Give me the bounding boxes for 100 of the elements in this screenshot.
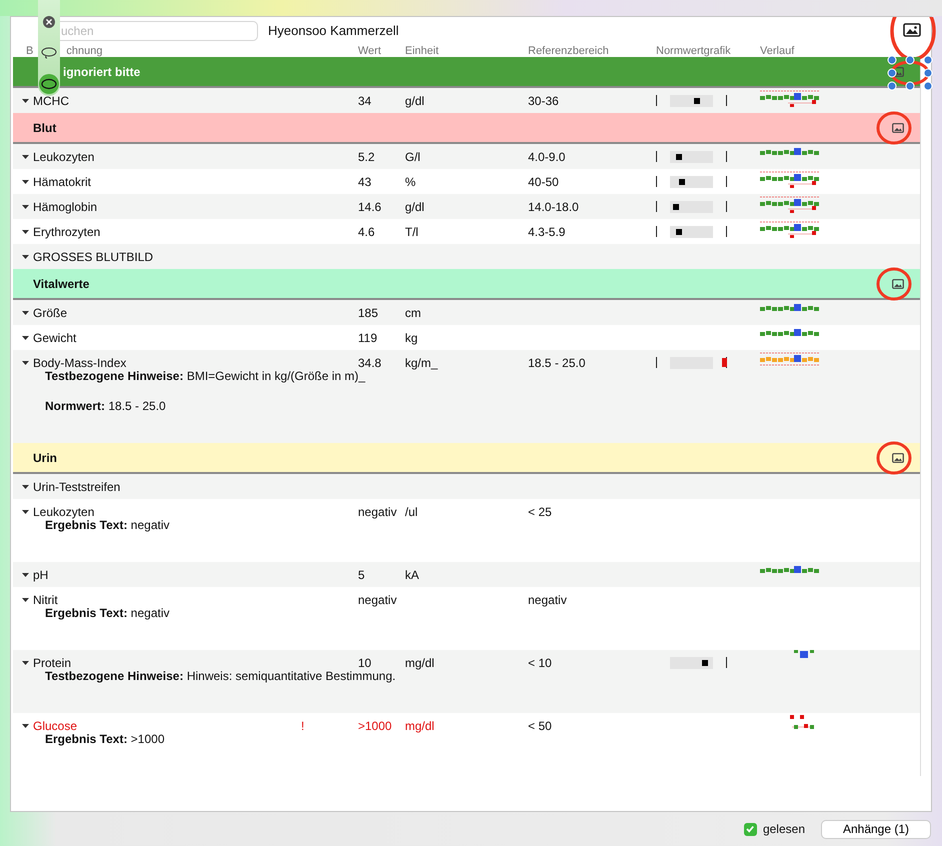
group-title: Urin [33, 450, 57, 464]
caret-icon[interactable] [22, 572, 28, 576]
reference-range: 40-50 [528, 174, 559, 188]
test-name: MCHC [33, 94, 70, 108]
result-value: negativ [358, 504, 397, 518]
column-header: Normwertgrafik [656, 44, 732, 56]
group-title: Vitalwerte [33, 276, 90, 290]
group-header[interactable]: Vitalwerte [13, 269, 920, 300]
note-text: Testbezogene Hinweise: BMI=Gewicht in kg/(Größe in m)_ [45, 369, 366, 383]
note-text: Ergebnis Text: negativ [45, 518, 170, 532]
group-header[interactable]: Urin [13, 443, 920, 474]
test-name: Nitrit [33, 592, 59, 606]
column-header: B [26, 44, 34, 56]
caret-icon[interactable] [22, 204, 28, 208]
read-checkbox[interactable] [744, 822, 757, 836]
image-icon[interactable] [892, 278, 904, 288]
group-header[interactable]: Blut [13, 113, 920, 144]
range-tick [726, 657, 727, 668]
result-value: 34 [358, 94, 372, 108]
column-header: Verlauf [760, 44, 796, 56]
result-value: 14.6 [358, 200, 382, 214]
range-tick [726, 226, 727, 237]
range-tick [726, 151, 727, 162]
unit-text: cm [405, 306, 421, 320]
range-tick [726, 176, 727, 187]
patient-name: Hyeonsoo Kammerzell [268, 23, 399, 38]
caret-icon[interactable] [22, 484, 28, 488]
unit-text: g/dl [405, 94, 424, 108]
test-name: Leukozyten [33, 150, 96, 164]
unit-text: kg [405, 330, 418, 344]
reference-range: < 50 [528, 718, 552, 732]
caret-icon[interactable] [22, 510, 28, 514]
test-name: Hämatokrit [33, 174, 92, 188]
test-name: Body-Mass-Index [33, 356, 128, 370]
result-value: negativ [358, 592, 397, 606]
test-name: Hämoglobin [33, 200, 98, 214]
result-value: 10 [358, 656, 372, 670]
column-header: Referenzbereich [528, 44, 610, 56]
reference-range: 30-36 [528, 94, 559, 108]
test-name: Glucose [33, 718, 78, 732]
unit-text: g/dl [405, 200, 424, 214]
test-name: Protein [33, 656, 72, 670]
note-text: Ergebnis Text: >1000 [45, 732, 166, 746]
test-name: pH [33, 568, 50, 582]
result-value: 34.8 [358, 356, 382, 370]
reference-range: < 10 [528, 656, 552, 670]
caret-icon[interactable] [22, 230, 28, 234]
result-value: 5.2 [358, 150, 375, 164]
checkbox-label: gelesen [762, 822, 805, 836]
unit-text: /ul [405, 504, 418, 518]
image-icon[interactable] [892, 122, 904, 132]
attachments-button[interactable]: Anhänge (1) [821, 820, 931, 838]
caret-icon[interactable] [22, 98, 28, 102]
caret-icon[interactable] [22, 724, 28, 728]
unit-text: % [405, 174, 416, 188]
range-tick [726, 201, 727, 212]
caret-icon[interactable] [22, 660, 28, 664]
result-value: 119 [358, 330, 378, 344]
result-value: >1000 [358, 718, 392, 732]
result-value: 5 [358, 568, 365, 582]
column-header: chnung [66, 44, 102, 56]
group-title: Blut [33, 120, 56, 134]
note-text: Normwert: 18.5 - 25.0 [45, 399, 167, 413]
ellipse-icon[interactable] [39, 74, 59, 94]
reference-range: 4.0-9.0 [528, 150, 566, 164]
column-header: Einheit [405, 44, 440, 56]
unit-text: G/l [405, 150, 420, 164]
unit-text: kg/m_ [405, 356, 438, 370]
reference-range: 18.5 - 25.0 [528, 356, 586, 370]
column-header: Wert [358, 44, 382, 56]
note-text: Ergebnis Text: negativ [45, 606, 170, 620]
caret-icon[interactable] [22, 598, 28, 602]
range-tick [726, 95, 727, 106]
reference-range: negativ [528, 592, 567, 606]
unit-text: mg/dl [405, 656, 434, 670]
caret-icon[interactable] [22, 180, 28, 184]
test-name: GROSSES BLUTBILD [33, 250, 154, 264]
test-name: Leukozyten [33, 504, 96, 518]
unit-text: T/l [405, 224, 418, 238]
warning-text: ! [301, 718, 304, 732]
test-name: Größe [33, 306, 68, 320]
caret-icon[interactable] [22, 254, 28, 258]
caret-icon[interactable] [22, 336, 28, 340]
group-title: ignoriert bitte [63, 64, 140, 78]
unit-text: mg/dl [405, 718, 434, 732]
unit-text: kA [405, 568, 420, 582]
caret-icon[interactable] [22, 310, 28, 314]
result-value: 4.6 [358, 224, 375, 238]
caret-icon[interactable] [22, 154, 28, 158]
test-name: Urin-Teststreifen [33, 480, 122, 494]
reference-range: 4.3-5.9 [528, 224, 566, 238]
annotation-ellipse[interactable] [887, 55, 933, 91]
result-value: 43 [358, 174, 372, 188]
image-icon[interactable] [892, 452, 904, 462]
result-value: 185 [358, 306, 378, 320]
image-icon[interactable] [903, 23, 921, 37]
caret-icon[interactable] [22, 360, 28, 364]
test-name: Erythrozyten [33, 224, 102, 238]
reference-range: 14.0-18.0 [528, 200, 579, 214]
note-text: Testbezogene Hinweise: Hinweis: semiquantitative Bestimmung. [45, 669, 397, 683]
